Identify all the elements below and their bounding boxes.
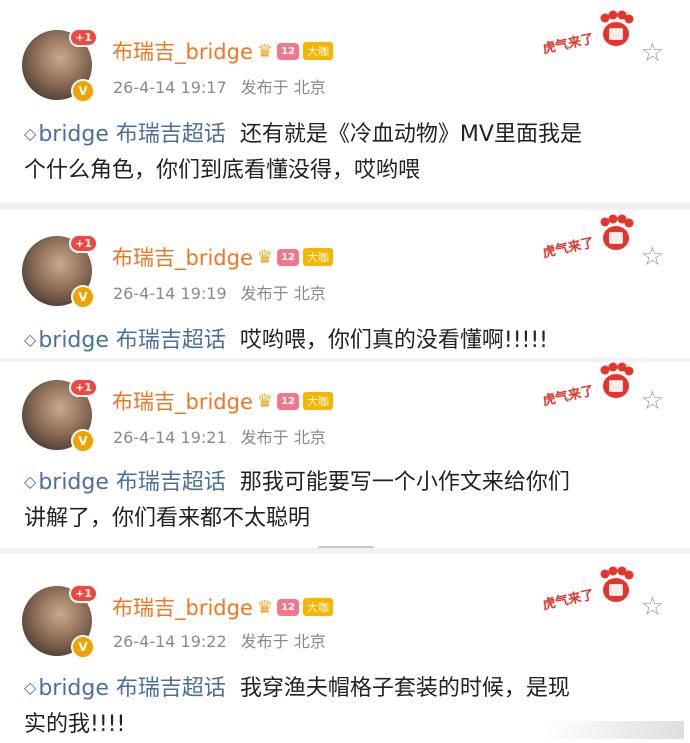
super-topic-link[interactable]: ◇bridge 布瑞吉超话 <box>24 676 226 701</box>
sticker-label: 虎气来了 <box>541 31 596 58</box>
post-text-line: 我穿渔夫帽格子套装的时候，是现 <box>239 676 570 701</box>
post-text-line: 还有就是《冷血动物》MV里面我是 <box>239 122 582 147</box>
username[interactable]: 布瑞吉_bridge <box>112 592 253 622</box>
tiger-sticker: 虎气来了 <box>541 10 634 58</box>
topic-label: bridge 布瑞吉超话 <box>38 470 226 495</box>
diamond-icon: ◇ <box>24 124 37 143</box>
paw-icon <box>600 566 634 602</box>
post-time: 26-4-14 19:21 <box>113 428 227 447</box>
name-row: 布瑞吉_bridge ♛ 12 大咖 <box>112 36 334 66</box>
username[interactable]: 布瑞吉_bridge <box>112 242 253 272</box>
crown-icon: ♛ <box>256 246 274 268</box>
paw-icon <box>600 10 634 46</box>
post-card: +1 V 布瑞吉_bridge ♛ 12 大咖 26-4-14 19:21 发布于… <box>0 362 690 549</box>
follow-badge: +1 <box>69 584 98 603</box>
crown-icon: ♛ <box>256 40 274 62</box>
favorite-star-icon[interactable]: ☆ <box>641 592 664 622</box>
sticker-label: 虎气来了 <box>541 235 596 262</box>
tiger-sticker: 虎气来了 <box>541 214 634 262</box>
favorite-star-icon[interactable]: ☆ <box>641 38 664 68</box>
post-source: 发布于 北京 <box>240 632 326 651</box>
avatar[interactable]: +1 V <box>22 234 98 309</box>
level-badge: 12 <box>277 392 300 410</box>
dacai-badge: 大咖 <box>303 248 334 266</box>
post-card: +1 V 布瑞吉_bridge ♛ 12 大咖 26-4-14 19:22 发布于… <box>0 554 690 743</box>
post-meta: 26-4-14 19:22 发布于 北京 <box>113 628 326 652</box>
crown-icon: ♛ <box>256 390 274 412</box>
follow-badge: +1 <box>69 28 98 47</box>
avatar[interactable]: +1 V <box>22 378 98 453</box>
post-text-line: 哎哟喂，你们真的没看懂啊!!!!! <box>239 328 549 353</box>
verified-icon: V <box>71 285 95 309</box>
post-time: 26-4-14 19:17 <box>113 78 227 97</box>
paw-icon <box>600 362 634 398</box>
post-time: 26-4-14 19:19 <box>113 284 227 303</box>
super-topic-link[interactable]: ◇bridge 布瑞吉超话 <box>24 122 226 147</box>
sticker-label: 虎气来了 <box>541 383 596 410</box>
dacai-badge: 大咖 <box>303 598 334 616</box>
verified-icon: V <box>71 79 95 103</box>
topic-label: bridge 布瑞吉超话 <box>38 676 226 701</box>
tiger-sticker: 虎气来了 <box>541 566 634 614</box>
super-topic-link[interactable]: ◇bridge 布瑞吉超话 <box>24 328 226 353</box>
follow-badge: +1 <box>69 378 98 397</box>
sticker-label: 虎气来了 <box>541 587 596 614</box>
favorite-star-icon[interactable]: ☆ <box>641 386 664 416</box>
super-topic-link[interactable]: ◇bridge 布瑞吉超话 <box>24 470 226 495</box>
avatar[interactable]: +1 V <box>22 28 98 103</box>
dacai-badge: 大咖 <box>303 42 334 60</box>
post-text-line: 个什么角色，你们到底看懂没得，哎哟喂 <box>24 158 421 183</box>
tiger-sticker: 虎气来了 <box>541 362 634 410</box>
post-source: 发布于 北京 <box>240 428 326 447</box>
avatar[interactable]: +1 V <box>22 584 98 659</box>
name-row: 布瑞吉_bridge ♛ 12 大咖 <box>112 242 334 272</box>
post-meta: 26-4-14 19:21 发布于 北京 <box>113 424 326 448</box>
post-source: 发布于 北京 <box>240 78 326 97</box>
watermark <box>544 721 684 739</box>
verified-icon: V <box>71 635 95 659</box>
post-source: 发布于 北京 <box>240 284 326 303</box>
level-badge: 12 <box>277 598 300 616</box>
post-text-line: 那我可能要写一个小作文来给你们 <box>239 470 570 495</box>
diamond-icon: ◇ <box>24 472 37 491</box>
level-badge: 12 <box>277 42 300 60</box>
post-text-line: 讲解了，你们看来都不太聪明 <box>24 506 311 531</box>
verified-icon: V <box>71 429 95 453</box>
post-card: +1 V 布瑞吉_bridge ♛ 12 大咖 26-4-14 19:19 发布于… <box>0 210 690 358</box>
post-content: ◇bridge 布瑞吉超话 哎哟喂，你们真的没看懂啊!!!!! <box>24 322 670 359</box>
topic-label: bridge 布瑞吉超话 <box>38 122 226 147</box>
crown-icon: ♛ <box>256 596 274 618</box>
dacai-badge: 大咖 <box>303 392 334 410</box>
diamond-icon: ◇ <box>24 330 37 349</box>
post-content: ◇bridge 布瑞吉超话 还有就是《冷血动物》MV里面我是 个什么角色，你们到… <box>24 116 670 189</box>
topic-label: bridge 布瑞吉超话 <box>38 328 226 353</box>
post-meta: 26-4-14 19:19 发布于 北京 <box>113 280 326 304</box>
follow-badge: +1 <box>69 234 98 253</box>
post-card: +1 V 布瑞吉_bridge ♛ 12 大咖 26-4-14 19:17 发布于… <box>0 0 690 200</box>
diamond-icon: ◇ <box>24 678 37 697</box>
post-meta: 26-4-14 19:17 发布于 北京 <box>113 74 326 98</box>
username[interactable]: 布瑞吉_bridge <box>112 386 253 416</box>
level-badge: 12 <box>277 248 300 266</box>
paw-icon <box>600 214 634 250</box>
name-row: 布瑞吉_bridge ♛ 12 大咖 <box>112 386 334 416</box>
favorite-star-icon[interactable]: ☆ <box>641 242 664 272</box>
name-row: 布瑞吉_bridge ♛ 12 大咖 <box>112 592 334 622</box>
post-separator <box>0 202 690 210</box>
post-time: 26-4-14 19:22 <box>113 632 227 651</box>
username[interactable]: 布瑞吉_bridge <box>112 36 253 66</box>
post-content: ◇bridge 布瑞吉超话 那我可能要写一个小作文来给你们 讲解了，你们看来都不… <box>24 464 670 537</box>
